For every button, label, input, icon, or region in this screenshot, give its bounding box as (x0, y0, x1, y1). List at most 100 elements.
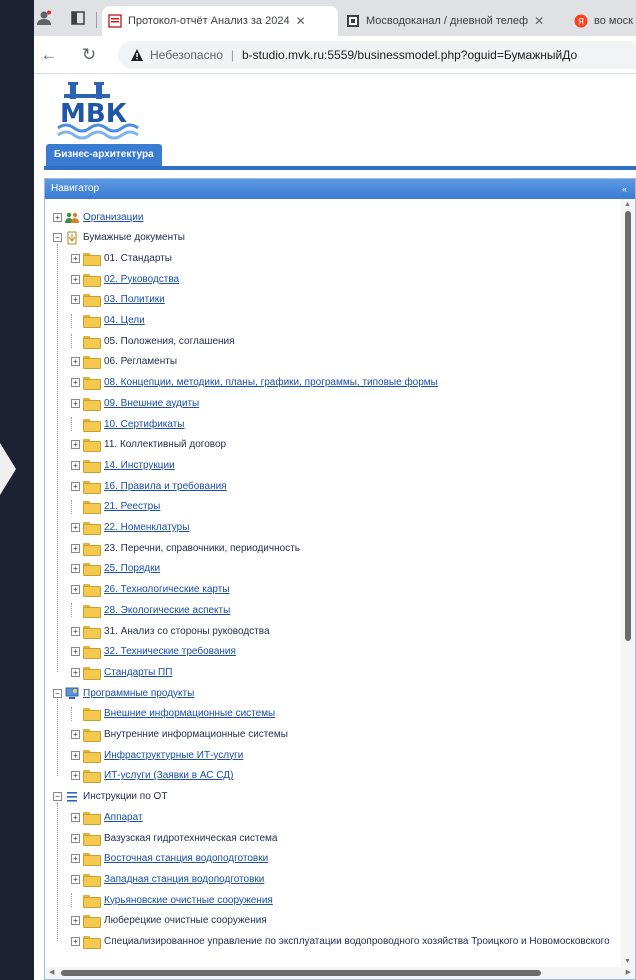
tree-folder-node[interactable]: + Вазузская гидротехническая система (71, 828, 277, 848)
expand-toggle-icon[interactable]: + (71, 647, 80, 657)
tree-folder-node[interactable]: +02. Руководства (71, 269, 179, 289)
expand-toggle-icon[interactable]: + (71, 460, 80, 470)
expand-toggle-icon[interactable]: + (53, 212, 62, 222)
expand-toggle-icon[interactable]: + (71, 937, 80, 946)
expand-toggle-icon[interactable]: + (71, 523, 80, 532)
tree-folder-node[interactable]: +26. Технологические карты (71, 580, 230, 600)
scroll-thumb[interactable] (625, 211, 631, 641)
expand-toggle-icon[interactable]: + (71, 730, 80, 739)
tree-root-node[interactable]: − Программные продукты (53, 683, 194, 703)
scroll-left-icon[interactable]: ◀ (49, 968, 54, 976)
collapse-toggle-icon[interactable]: − (53, 688, 62, 698)
reload-icon[interactable]: ↻ (78, 44, 100, 66)
tree-label[interactable]: Люберецкие очистные сооружения (104, 915, 267, 926)
tree-folder-node[interactable]: + Люберецкие очистные сооружения (71, 911, 267, 931)
tree-folder-node[interactable]: +16. Правила и требования (71, 476, 227, 496)
tree-link[interactable]: Западная станция водоподготовки (104, 874, 264, 885)
tree-link[interactable]: 28. Экологические аспекты (104, 605, 230, 616)
tree-label[interactable]: 31. Анализ со стороны руководства (104, 626, 270, 637)
collapse-icon[interactable]: « (622, 179, 627, 199)
tree-folder-node[interactable]: Курьяновские очистные сооружения (71, 890, 273, 910)
tree-link[interactable]: 10. Сертификаты (104, 419, 185, 430)
tree-link[interactable]: Организации (83, 212, 143, 223)
tree-label[interactable]: Вазузская гидротехническая система (104, 833, 277, 844)
tree-link[interactable]: 25. Порядки (104, 563, 160, 574)
expand-toggle-icon[interactable]: + (71, 771, 80, 781)
tab-close-icon[interactable]: ✕ (296, 14, 306, 28)
tab-mosvodokanal[interactable]: Мосводоканал / дневной телеф ✕ (340, 6, 566, 36)
tree-label[interactable]: Специализированное управление по эксплуа… (104, 936, 610, 947)
expand-toggle-icon[interactable]: + (71, 274, 80, 284)
tree-link[interactable]: 09. Внешние аудиты (104, 398, 199, 409)
tree-folder-node[interactable]: + ИТ-услуги (Заявки в АС СД) (71, 766, 233, 786)
tree-link[interactable]: 16. Правила и требования (104, 481, 227, 492)
expand-toggle-icon[interactable]: + (71, 253, 80, 263)
tree-link[interactable]: Курьяновские очистные сооружения (104, 895, 273, 906)
tree-link[interactable]: 26. Технологические карты (104, 584, 230, 595)
tree-folder-node[interactable]: +11. Коллективный договор (71, 435, 226, 455)
horizontal-scrollbar[interactable]: ◀ ▶ (45, 967, 635, 979)
tree-link[interactable]: Программные продукты (83, 688, 194, 699)
expand-toggle-icon[interactable]: + (71, 295, 80, 305)
expand-toggle-icon[interactable]: + (71, 833, 80, 843)
tree-label[interactable]: Внутренние информационные системы (104, 729, 288, 740)
tree-folder-node[interactable]: + Внутренние информационные системы (71, 725, 288, 745)
tab-active[interactable]: Протокол-отчёт Анализ за 2024 ✕ (102, 6, 338, 36)
tree-link[interactable]: 08. Концепции, методики, планы, графики,… (104, 377, 438, 388)
tree-folder-node[interactable]: + Инфраструктурные ИТ-услуги (71, 745, 243, 765)
mvk-logo[interactable]: МВК (56, 80, 142, 142)
tree-label[interactable]: 23. Перечни, справочники, периодичность (104, 543, 300, 554)
scroll-right-icon[interactable]: ▶ (626, 968, 631, 976)
tree-link[interactable]: 02. Руководства (104, 274, 179, 285)
tree-label[interactable]: 01. Стандарты (104, 253, 172, 264)
expand-toggle-icon[interactable]: + (71, 543, 80, 553)
tree-folder-node[interactable]: 21. Реестры (71, 497, 160, 517)
collapse-toggle-icon[interactable]: − (53, 792, 62, 802)
tree-folder-node[interactable]: + Специализированное управление по эксплу… (71, 932, 610, 952)
expand-toggle-icon[interactable]: + (71, 378, 80, 388)
scroll-down-icon[interactable]: ▼ (624, 958, 631, 965)
tree-link[interactable]: Аппарат (104, 812, 143, 823)
back-arrow-icon[interactable]: ← (38, 44, 60, 66)
horizontal-scroll-thumb[interactable] (61, 970, 541, 976)
tree-link[interactable]: Внешние информационные системы (104, 708, 275, 719)
tree-root-node[interactable]: − Инструкции по ОТ (53, 787, 167, 807)
tree-folder-node[interactable]: +01. Стандарты (71, 248, 172, 268)
tree-link[interactable]: 22. Номенклатуры (104, 522, 189, 533)
tree-label[interactable]: Инструкции по ОТ (83, 791, 167, 802)
tree-folder-node[interactable]: +09. Внешние аудиты (71, 393, 199, 413)
expand-toggle-icon[interactable]: + (71, 585, 80, 595)
tree-link[interactable]: Восточная станция водоподготовки (104, 853, 268, 864)
tree-link[interactable]: 03. Политики (104, 294, 165, 305)
expand-toggle-icon[interactable]: + (71, 626, 80, 636)
scroll-up-icon[interactable]: ▲ (624, 201, 631, 208)
tab-close-icon[interactable]: ✕ (534, 14, 544, 28)
tree-link[interactable]: Стандарты ПП (104, 667, 172, 678)
tree-label[interactable]: Бумажные документы (83, 232, 185, 243)
tree-folder-node[interactable]: +06. Регламенты (71, 352, 177, 372)
tree-folder-node[interactable]: + Стандарты ПП (71, 662, 172, 682)
tab-search-icon[interactable] (70, 10, 86, 26)
expand-toggle-icon[interactable]: + (71, 750, 80, 760)
tree-folder-node[interactable]: + Западная станция водоподготовки (71, 869, 264, 889)
tree-folder-node[interactable]: Внешние информационные системы (71, 704, 275, 724)
profile-icon[interactable] (36, 10, 52, 26)
tree-root-node[interactable]: + Организации (53, 207, 143, 227)
expand-toggle-icon[interactable]: + (71, 564, 80, 574)
tree-folder-node[interactable]: + Восточная станция водоподготовки (71, 849, 268, 869)
collapse-toggle-icon[interactable]: − (53, 233, 62, 243)
expand-toggle-icon[interactable]: + (71, 398, 80, 408)
tree-folder-node[interactable]: +08. Концепции, методики, планы, графики… (71, 373, 438, 393)
url-field[interactable]: Небезопасно | b-studio.mvk.ru:5559/busin… (118, 41, 636, 69)
tree-link[interactable]: 21. Реестры (104, 501, 160, 512)
tab-business-architecture[interactable]: Бизнес-архитектура (46, 144, 162, 166)
tree-link[interactable]: 04. Цели (104, 315, 145, 326)
tree-label[interactable]: 06. Регламенты (104, 356, 177, 367)
tree-link[interactable]: Инфраструктурные ИТ-услуги (104, 750, 243, 761)
tree-folder-node[interactable]: 04. Цели (71, 311, 145, 331)
tree-link[interactable]: 14. Инструкции (104, 460, 175, 471)
expand-toggle-icon[interactable]: + (71, 874, 80, 884)
expand-toggle-icon[interactable]: + (71, 667, 80, 677)
tree-folder-node[interactable]: +23. Перечни, справочники, периодичность (71, 538, 300, 558)
expand-toggle-icon[interactable]: + (71, 854, 80, 864)
